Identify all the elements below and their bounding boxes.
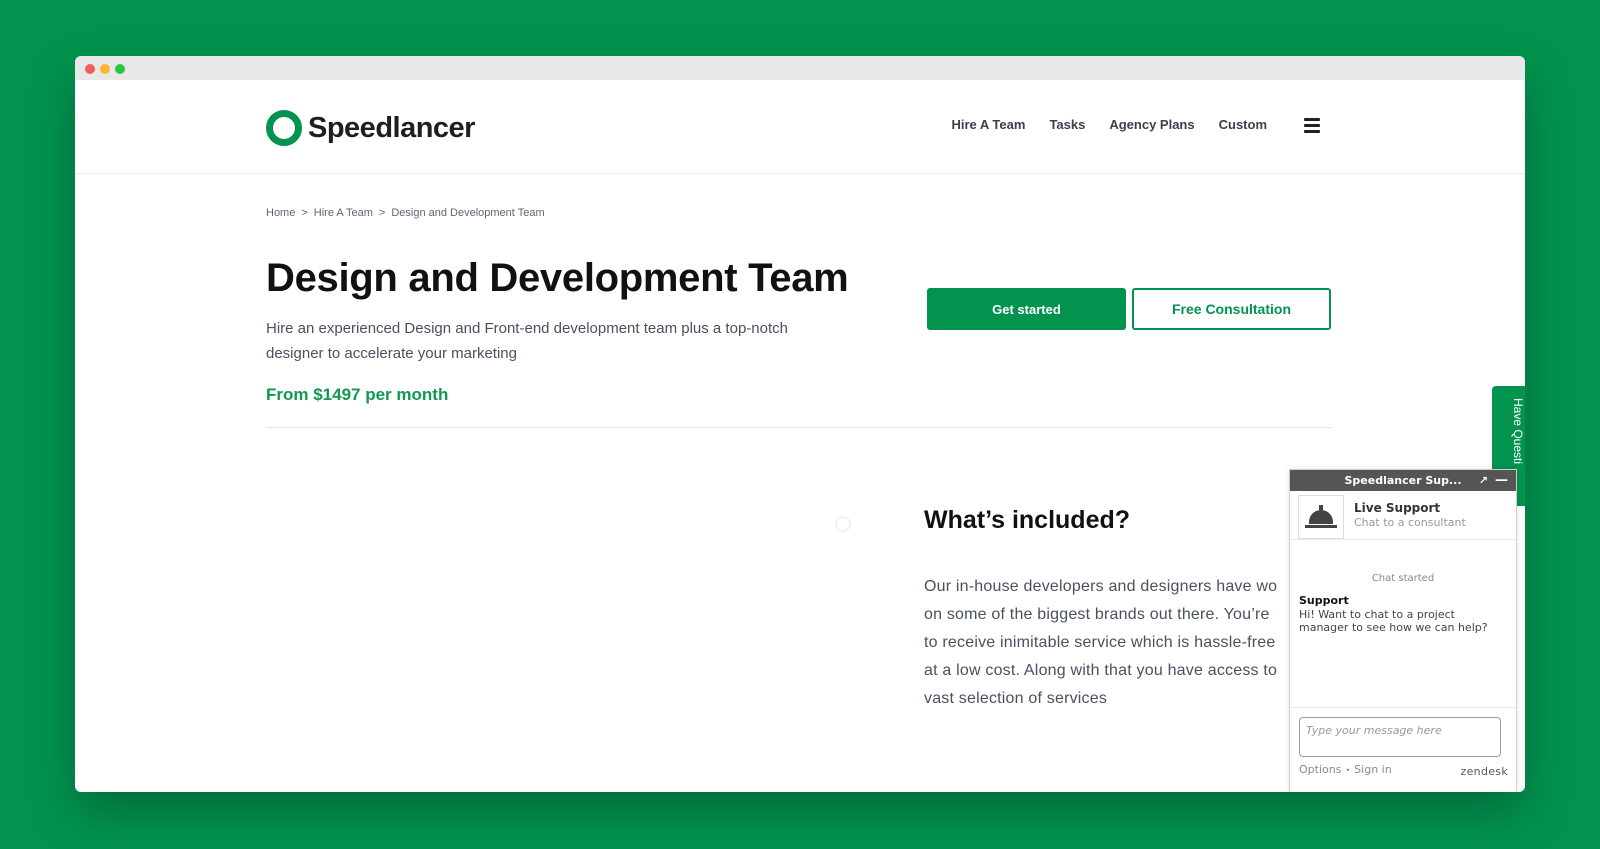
message-author: Support [1299, 594, 1349, 607]
free-consultation-button[interactable]: Free Consultation [1132, 288, 1331, 330]
logo[interactable]: Speedlancer [266, 110, 475, 146]
service-bell-icon [1298, 495, 1344, 539]
page-title: Design and Development Team [266, 256, 849, 300]
chat-widget: Speedlancer Sup... ↗ — Live Support Chat… [1289, 469, 1517, 792]
chat-sign-in-link[interactable]: Sign in [1354, 763, 1392, 776]
whats-included-line: vast selection of services [924, 690, 1108, 707]
minimize-chat-icon[interactable]: — [1495, 470, 1508, 491]
nav-tasks[interactable]: Tasks [1049, 117, 1085, 132]
chat-options-link[interactable]: Options [1299, 763, 1341, 776]
get-started-button[interactable]: Get started [927, 288, 1126, 330]
chat-started-label: Chat started [1371, 573, 1435, 584]
message-text: Hi! Want to chat to a project manager to… [1299, 608, 1488, 634]
nav-custom[interactable]: Custom [1219, 117, 1267, 132]
zendesk-brand: zendesk [1460, 765, 1508, 778]
chat-footer: Options • Sign in [1299, 763, 1392, 776]
chat-agent-card: Live Support Chat to a consultant [1290, 491, 1516, 540]
hamburger-menu-icon[interactable] [1304, 118, 1320, 133]
close-window-icon[interactable] [85, 64, 95, 74]
window-titlebar [75, 56, 1525, 80]
popout-icon[interactable]: ↗ [1479, 470, 1488, 491]
chat-title: Speedlancer Sup... [1344, 474, 1462, 487]
breadcrumb-current: Design and Development Team [391, 207, 545, 219]
breadcrumb-home[interactable]: Home [266, 207, 295, 219]
loading-spinner-icon [835, 516, 851, 532]
whats-included-text: Our in-house developers and designers ha… [924, 573, 1319, 713]
agent-subtitle: Chat to a consultant [1354, 516, 1466, 529]
minimize-window-icon[interactable] [100, 64, 110, 74]
section-divider [266, 427, 1332, 428]
whats-included-line: to receive inimitable service which is h… [924, 634, 1276, 651]
whats-included-heading: What’s included? [924, 506, 1131, 534]
footer-dot-separator: • [1345, 766, 1351, 775]
chat-header[interactable]: Speedlancer Sup... ↗ — [1290, 470, 1516, 491]
breadcrumb: Home > Hire A Team > Design and Development … [266, 207, 545, 219]
breadcrumb-separator: > [378, 207, 386, 219]
whats-included-line: at a low cost. Along with that you have … [924, 662, 1278, 679]
logo-ring-icon [266, 110, 302, 146]
main-nav: Hire A Team Tasks Agency Plans Custom [952, 117, 1268, 132]
whats-included-line: Our in-house developers and designers ha… [924, 578, 1278, 595]
nav-hire-a-team[interactable]: Hire A Team [952, 117, 1026, 132]
page-description: Hire an experienced Design and Front-end… [266, 320, 788, 362]
logo-text: Speedlancer [308, 111, 475, 144]
chat-message-input[interactable] [1299, 717, 1501, 757]
browser-window: Speedlancer Hire A Team Tasks Agency Pla… [75, 56, 1525, 792]
breadcrumb-hire-a-team[interactable]: Hire A Team [314, 207, 373, 219]
site-header: Speedlancer Hire A Team Tasks Agency Pla… [75, 80, 1525, 174]
breadcrumb-separator: > [301, 207, 308, 219]
price-label: From $1497 per month [266, 385, 449, 404]
maximize-window-icon[interactable] [115, 64, 125, 74]
agent-name: Live Support [1354, 501, 1441, 515]
nav-agency-plans[interactable]: Agency Plans [1109, 117, 1194, 132]
whats-included-line: on some of the biggest brands out there.… [924, 606, 1270, 623]
chat-composer: Options •Sign in zendesk [1290, 707, 1516, 792]
